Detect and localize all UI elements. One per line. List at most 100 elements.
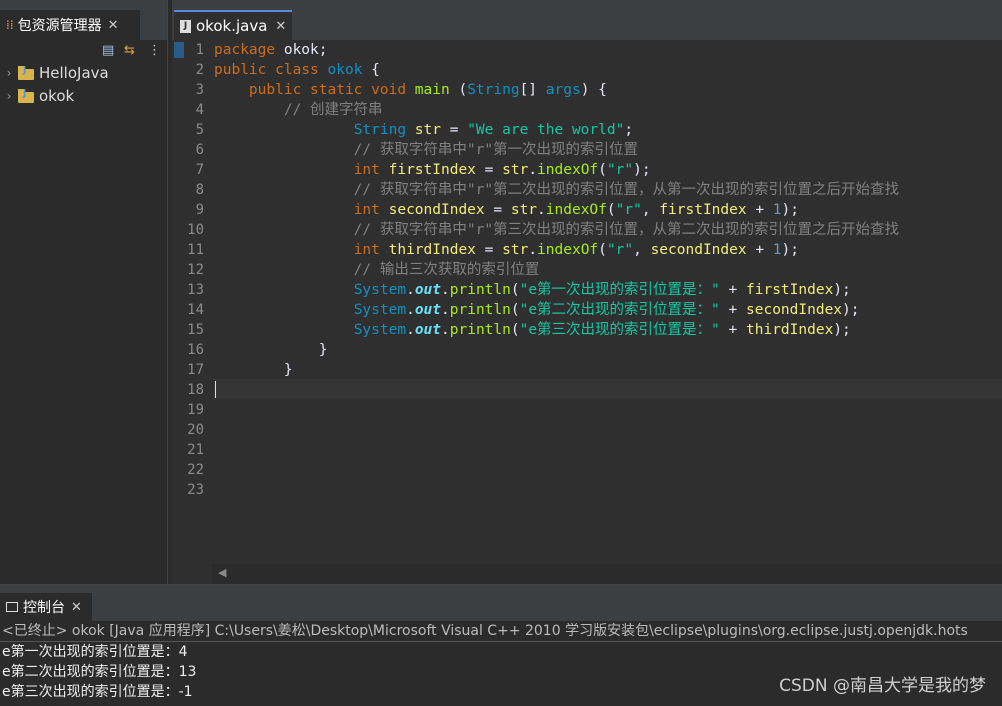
- code-line: // 获取字符串中"r"第三次出现的索引位置，从第二次出现的索引位置之后开始查找: [214, 220, 899, 240]
- line-number: 6: [195, 142, 204, 158]
- code-token: }: [214, 362, 293, 378]
- code-token: (: [598, 162, 607, 178]
- code-token: String: [467, 82, 520, 98]
- console-output-line: e第一次出现的索引位置是：4: [2, 644, 188, 660]
- code-token: .: [441, 282, 450, 298]
- console-output-line: e第二次出现的索引位置是：13: [2, 664, 197, 680]
- console-output-line: e第三次出现的索引位置是：-1: [2, 684, 193, 700]
- line-number: 21: [187, 442, 204, 458]
- code-line: public static void main (String[] args) …: [214, 80, 607, 100]
- code-token: ,: [641, 202, 660, 218]
- code-line: // 获取字符串中"r"第一次出现的索引位置: [214, 140, 638, 160]
- code-token: =: [449, 122, 468, 138]
- code-token: ;: [624, 122, 634, 138]
- code-line: int thirdIndex = str.indexOf("r", second…: [214, 240, 799, 260]
- code-token: "r": [606, 242, 634, 258]
- code-token: args: [545, 82, 581, 98]
- code-token: indexOf: [537, 242, 599, 258]
- code-token: static: [310, 82, 372, 98]
- code-token: int: [353, 162, 389, 178]
- code-token: +: [719, 282, 746, 298]
- close-icon[interactable]: ✕: [71, 600, 82, 615]
- code-line: package okok;: [214, 40, 328, 60]
- code-token: "r": [615, 202, 642, 218]
- code-line: String str = "We are the world";: [214, 120, 633, 140]
- chevron-right-icon[interactable]: ›: [0, 89, 18, 103]
- code-token: okok;: [283, 42, 328, 58]
- code-token: indexOf: [545, 202, 607, 218]
- code-token: ,: [633, 242, 651, 258]
- code-token: indexOf: [537, 162, 599, 178]
- tab-console[interactable]: 控制台 ✕: [0, 593, 92, 621]
- code-token: // 获取字符串中"r"第二次出现的索引位置，从第一次出现的索引位置之后开始查找: [214, 182, 900, 198]
- tree-item-okok[interactable]: › J okok: [0, 85, 75, 107]
- link-with-editor-icon[interactable]: ⇆: [124, 43, 135, 58]
- horizontal-scrollbar[interactable]: ◀: [212, 564, 1002, 584]
- line-marker: [174, 42, 184, 58]
- close-icon[interactable]: ✕: [108, 18, 119, 33]
- code-token: package: [214, 42, 284, 58]
- code-token: // 获取字符串中"r"第三次出现的索引位置，从第二次出现的索引位置之后开始查找: [214, 222, 900, 238]
- code-token: (: [510, 322, 520, 338]
- code-token: =: [484, 162, 503, 178]
- code-token: .: [441, 302, 450, 318]
- code-line: // 输出三次获取的索引位置: [214, 260, 540, 280]
- java-project-icon: J: [18, 66, 36, 80]
- code-line: }: [214, 360, 293, 380]
- line-number: 13: [187, 282, 204, 298]
- close-icon[interactable]: ✕: [275, 19, 286, 34]
- tab-okok-java[interactable]: J okok.java ✕: [174, 10, 292, 40]
- chevron-right-icon[interactable]: ›: [0, 66, 18, 80]
- code-token: main: [414, 82, 459, 98]
- code-token: str: [414, 122, 450, 138]
- code-token: +: [755, 202, 773, 218]
- code-token: (: [606, 202, 616, 218]
- code-line: int firstIndex = str.indexOf("r");: [214, 160, 651, 180]
- view-menu-icon[interactable]: ⋮: [148, 43, 161, 58]
- code-token: secondIndex: [650, 242, 756, 258]
- line-number: 17: [187, 362, 204, 378]
- code-token: // 输出三次获取的索引位置: [214, 262, 540, 278]
- editor-tabbar: J okok.java ✕: [172, 0, 1002, 40]
- code-token: // 获取字符串中"r"第一次出现的索引位置: [214, 142, 639, 158]
- code-token: System: [353, 302, 407, 318]
- code-token: 1: [772, 242, 782, 258]
- code-token: "We are the world": [467, 122, 625, 138]
- package-explorer-icon: ⁞⁞: [6, 18, 14, 32]
- package-explorer-tabbar: ⁞⁞ 包资源管理器 ✕: [0, 0, 167, 41]
- code-token: "e第二次出现的索引位置是：": [519, 302, 720, 318]
- code-token: int: [353, 242, 389, 258]
- line-number: 11: [187, 242, 204, 258]
- code-token: ) {: [580, 82, 607, 98]
- code-area[interactable]: package okok; public class okok { public …: [214, 40, 1002, 564]
- line-number: 20: [187, 422, 204, 438]
- console-status-header: <已终止> okok [Java 应用程序] C:\Users\姜松\Deskt…: [0, 621, 1002, 642]
- tab-package-explorer[interactable]: ⁞⁞ 包资源管理器 ✕: [0, 10, 140, 40]
- code-token: secondIndex: [746, 302, 843, 318]
- code-token: // 创建字符串: [214, 102, 383, 118]
- code-token: str: [502, 242, 529, 258]
- line-number: 15: [187, 322, 204, 338]
- line-number: 16: [187, 342, 204, 358]
- scroll-left-icon[interactable]: ◀: [218, 566, 226, 579]
- collapse-all-icon[interactable]: ▤: [102, 43, 114, 58]
- line-number: 12: [187, 262, 204, 278]
- line-number: 2: [195, 62, 204, 78]
- code-token: thirdIndex: [746, 322, 834, 338]
- code-token: class: [275, 62, 328, 78]
- code-token: int: [353, 202, 389, 218]
- tree-item-hellojava[interactable]: › J HelloJava: [0, 62, 109, 84]
- code-line: System.out.println("e第一次出现的索引位置是：" + fir…: [214, 280, 851, 300]
- code-token: okok: [327, 62, 372, 78]
- code-token: firstIndex: [388, 162, 485, 178]
- code-token: []: [519, 82, 546, 98]
- code-token: firstIndex: [659, 202, 756, 218]
- console-tabbar: 控制台 ✕: [0, 585, 1002, 621]
- line-number: 19: [187, 402, 204, 418]
- line-number: 3: [195, 82, 204, 98]
- code-line: public class okok {: [214, 60, 380, 80]
